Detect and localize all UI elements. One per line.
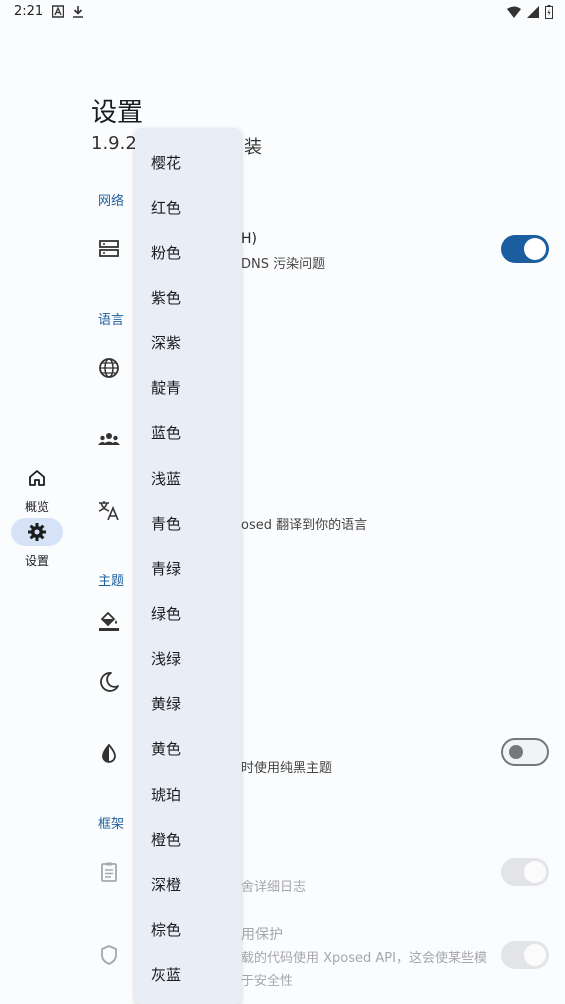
menu-item[interactable]: 深紫 — [151, 332, 181, 353]
rail-item-overview[interactable]: 概览 — [10, 464, 64, 515]
black-theme-subtitle: 时使用纯黑主题 — [241, 761, 333, 776]
protect-subtitle-line2: 于安全性 — [241, 974, 294, 989]
gear-icon-wrap — [11, 518, 63, 546]
protect-title: 用保护 — [241, 927, 283, 943]
menu-item[interactable]: 紫色 — [151, 287, 181, 308]
menu-item[interactable]: 黄绿 — [151, 693, 181, 714]
translate-icon — [98, 501, 119, 521]
translate-subtitle: osed 翻译到你的语言 — [241, 518, 368, 533]
version-text: 1.9.2 — [91, 133, 137, 154]
verbose-log-subtitle: 舍详细日志 — [241, 880, 307, 895]
people-icon — [98, 433, 120, 445]
menu-item[interactable]: 琥珀 — [151, 784, 181, 805]
menu-item[interactable]: 橙色 — [151, 829, 181, 850]
doh-subtitle: DNS 污染问题 — [241, 257, 326, 272]
menu-item[interactable]: 深橙 — [151, 874, 181, 895]
menu-item[interactable]: 樱花 — [151, 152, 181, 173]
verbose-log-switch[interactable] — [501, 858, 549, 886]
dark-mode-icon — [100, 672, 119, 692]
switch-knob — [524, 238, 546, 260]
switch-knob — [524, 861, 546, 883]
contrast-icon — [102, 743, 116, 763]
section-framework: 框架 — [98, 817, 125, 832]
rail-label-settings: 设置 — [24, 554, 49, 568]
shield-icon — [101, 945, 117, 965]
download-icon — [73, 6, 83, 18]
doh-title: H) — [241, 231, 257, 247]
home-icon — [29, 470, 45, 486]
menu-item[interactable]: 青绿 — [151, 558, 181, 579]
wifi-icon — [507, 6, 521, 18]
menu-item[interactable]: 粉色 — [151, 242, 181, 263]
menu-item[interactable]: 灰蓝 — [151, 964, 181, 985]
color-dropdown-menu: 樱花 红色 粉色 紫色 深紫 靛青 蓝色 浅蓝 青色 青绿 绿色 浅绿 黄绿 黄… — [135, 128, 241, 1004]
home-icon-wrap — [11, 464, 63, 492]
switch-knob — [524, 944, 546, 966]
status-right — [507, 5, 553, 19]
menu-item[interactable]: 棕色 — [151, 919, 181, 940]
dns-icon — [99, 240, 119, 257]
status-time: 2:21 — [14, 4, 44, 19]
menu-item[interactable]: 红色 — [151, 197, 181, 218]
signal-icon — [527, 6, 539, 18]
protect-switch[interactable] — [501, 941, 549, 969]
page-title: 设置 — [91, 98, 144, 128]
doh-switch[interactable] — [501, 235, 549, 263]
battery-icon — [545, 5, 553, 19]
log-icon — [101, 862, 117, 882]
protect-subtitle-line1: 载的代码使用 Xposed API，这会使某些模 — [241, 951, 487, 966]
version-suffix: 装 — [244, 137, 262, 158]
gear-icon — [28, 523, 46, 541]
menu-item[interactable]: 绿色 — [151, 603, 181, 624]
status-bar: 2:21 — [0, 0, 565, 26]
globe-icon — [99, 358, 119, 378]
menu-item[interactable]: 靛青 — [151, 377, 181, 398]
menu-item[interactable]: 黄色 — [151, 738, 181, 759]
rail-item-settings[interactable]: 设置 — [10, 518, 64, 569]
a-box-icon — [52, 5, 64, 18]
black-theme-switch[interactable] — [501, 738, 549, 766]
menu-item[interactable]: 青色 — [151, 513, 181, 534]
section-language: 语言 — [98, 313, 125, 328]
section-theme: 主题 — [98, 574, 125, 589]
color-fill-icon — [99, 611, 119, 631]
menu-item[interactable]: 蓝色 — [151, 422, 181, 443]
rail-label-overview: 概览 — [24, 500, 49, 514]
menu-item[interactable]: 浅蓝 — [151, 468, 181, 489]
menu-item[interactable]: 浅绿 — [151, 648, 181, 669]
section-network: 网络 — [98, 194, 125, 209]
switch-knob — [509, 745, 523, 759]
